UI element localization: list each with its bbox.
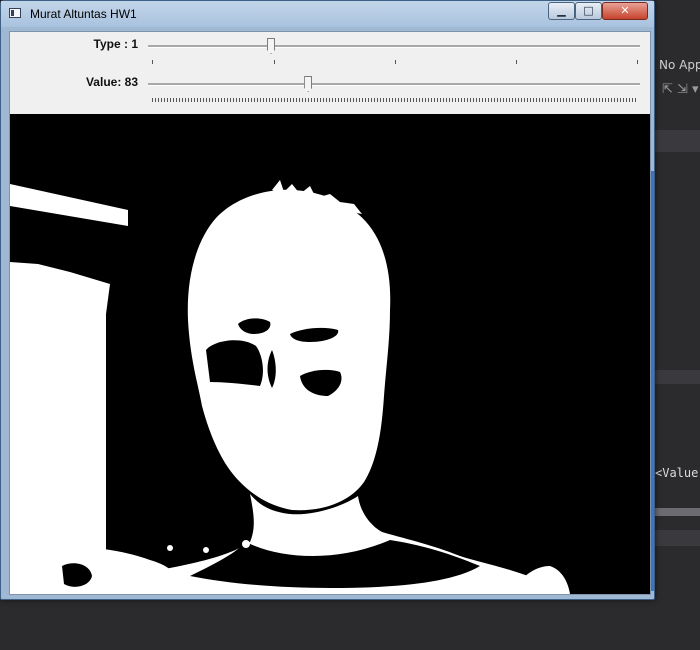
app-icon [9, 8, 21, 18]
trackbar-value-ticks [152, 98, 638, 102]
ide-top-text: No App [659, 58, 700, 72]
ide-panel-divider [655, 370, 700, 384]
trackbar-type-tick [152, 60, 153, 64]
window-edge-accent [651, 171, 654, 591]
close-button[interactable]: ✕ [602, 2, 648, 20]
threshold-image [10, 114, 650, 594]
trackbar-type-track[interactable] [148, 45, 640, 48]
trackbar-type-tick [516, 60, 517, 64]
trackbar-type-label: Type : 1 [93, 37, 138, 51]
ide-panel-header [655, 130, 700, 152]
ide-code-fragment: <Value [655, 466, 699, 480]
trackbar-type-tick [395, 60, 396, 64]
trackbar-value-track[interactable] [148, 83, 640, 86]
maximize-button[interactable]: □ [575, 2, 602, 20]
threshold-image-svg [10, 114, 650, 594]
minimize-button[interactable]: ▁ [548, 2, 575, 20]
ide-top-strip [655, 0, 700, 30]
trackbar-type-tick [637, 60, 638, 64]
title-bar[interactable]: Murat Altuntas HW1 ▁ □ ✕ [1, 1, 654, 27]
trackbar-type-thumb[interactable] [267, 38, 275, 54]
trackbar-type-tick [274, 60, 275, 64]
trackbar-type-row: Type : 1 [10, 32, 650, 72]
ide-toolbar-icons[interactable]: ⇱ ⇲ ▾ [662, 82, 699, 97]
trackbar-value-thumb[interactable] [304, 76, 313, 92]
trackbar-value-row: Value: 83 [10, 70, 650, 110]
window-title: Murat Altuntas HW1 [30, 7, 137, 21]
trackbar-value-label: Value: 83 [85, 75, 138, 89]
ide-status-row [655, 530, 700, 546]
app-window: Murat Altuntas HW1 ▁ □ ✕ Type : 1 Value:… [0, 0, 655, 600]
window-client-area: Type : 1 Value: 83 [9, 31, 651, 595]
ide-scrollbar[interactable] [655, 508, 700, 516]
